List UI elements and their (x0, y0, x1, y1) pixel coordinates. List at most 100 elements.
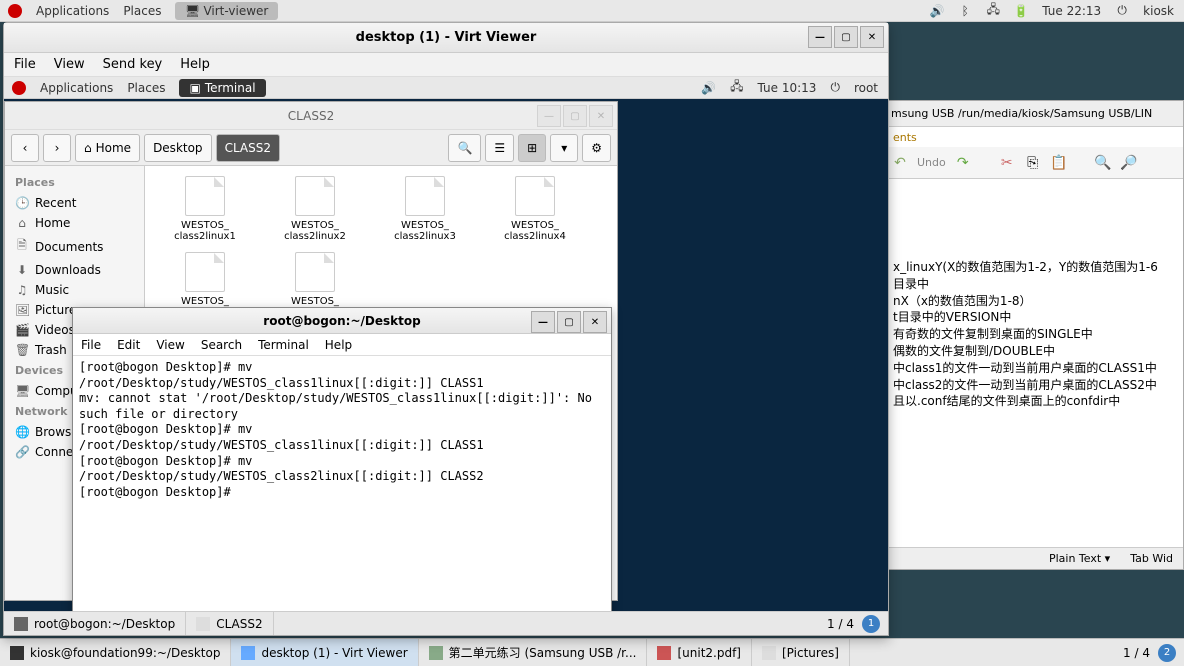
virt-menu-view[interactable]: View (54, 57, 85, 72)
copy-icon[interactable]: ⎘ (1024, 154, 1042, 172)
workspace-switcher-icon[interactable]: 2 (1158, 644, 1176, 662)
guest-active-app[interactable]: ▣ Terminal (179, 79, 265, 97)
cut-icon[interactable]: ✂ (998, 154, 1016, 172)
file-item[interactable]: WESTOS_class2linux3 (375, 176, 475, 242)
file-icon (185, 252, 225, 292)
host-clock[interactable]: Tue 22:13 (1042, 4, 1101, 18)
close-button[interactable]: ✕ (860, 26, 884, 48)
minimize-button[interactable]: — (531, 311, 555, 333)
maximize-button[interactable]: ▢ (834, 26, 858, 48)
gedit-toolbar: ↶ Undo ↷ ✂ ⎘ 📋 🔍 🔎 (885, 147, 1183, 179)
view-list-button[interactable]: ☰ (485, 134, 514, 162)
gedit-statusbar: Plain Text ▾ Tab Wid (885, 547, 1183, 569)
sidebar-item-music[interactable]: ♫Music (5, 280, 144, 300)
sidebar-item-downloads[interactable]: ⬇Downloads (5, 260, 144, 280)
virt-viewer-window: desktop (1) - Virt Viewer — ▢ ✕ File Vie… (3, 22, 889, 636)
redo-icon[interactable]: ↷ (954, 154, 972, 172)
file-item[interactable]: WESTOS_class2linux1 (155, 176, 255, 242)
files-icon (196, 617, 210, 631)
file-icon (515, 176, 555, 216)
guest-clock[interactable]: Tue 10:13 (758, 81, 817, 95)
paste-icon[interactable]: 📋 (1050, 154, 1068, 172)
host-active-app[interactable]: 🖥 Virt-viewer (175, 2, 278, 20)
file-icon (185, 176, 225, 216)
taskbar-item-pictures[interactable]: [Pictures] (752, 639, 850, 666)
sidebar-item-recent[interactable]: 🕒Recent (5, 193, 144, 213)
redhat-icon (12, 81, 26, 95)
network-icon[interactable]: 🖧 (730, 77, 743, 98)
path-desktop[interactable]: Desktop (144, 134, 212, 162)
term-menu-edit[interactable]: Edit (117, 338, 140, 352)
virt-guest-display[interactable]: Applications Places ▣ Terminal 🔊 🖧 Tue 1… (4, 77, 888, 635)
files-toolbar: ‹ › ⌂Home Desktop CLASS2 🔍 ☰ ⊞ ▾ ⚙ (5, 130, 617, 166)
file-item[interactable]: WESTOS_class2linux4 (485, 176, 585, 242)
term-menu-view[interactable]: View (156, 338, 184, 352)
close-button[interactable]: ✕ (589, 105, 613, 127)
network-icon[interactable]: 🖧 (986, 4, 1000, 18)
workspace-switcher-icon[interactable]: 1 (862, 615, 880, 633)
host-applications-menu[interactable]: Applications (36, 4, 109, 18)
host-taskbar: kiosk@foundation99:~/Desktop desktop (1)… (0, 638, 1184, 666)
term-menu-search[interactable]: Search (201, 338, 242, 352)
taskbar-item-virtviewer[interactable]: desktop (1) - Virt Viewer (231, 639, 418, 666)
virt-menu-file[interactable]: File (14, 57, 36, 72)
virt-viewer-icon (241, 646, 255, 660)
close-button[interactable]: ✕ (583, 311, 607, 333)
bluetooth-icon[interactable]: ᛒ (958, 4, 972, 18)
file-item[interactable]: WESTOS_class2linux2 (265, 176, 365, 242)
maximize-button[interactable]: ▢ (563, 105, 587, 127)
terminal-body[interactable]: [root@bogon Desktop]# mv /root/Desktop/s… (73, 356, 611, 635)
terminal-titlebar[interactable]: root@bogon:~/Desktop — ▢ ✕ (73, 308, 611, 334)
path-home[interactable]: ⌂Home (75, 134, 140, 162)
taskbar-item-files[interactable]: CLASS2 (186, 612, 273, 635)
file-icon (295, 252, 335, 292)
volume-icon[interactable]: 🔊 (701, 81, 716, 95)
taskbar-item-gedit[interactable]: 第二单元练习 (Samsung USB /r... (419, 639, 648, 666)
gear-button[interactable]: ⚙ (582, 134, 611, 162)
virt-menu-sendkey[interactable]: Send key (103, 57, 163, 72)
redhat-icon (8, 4, 22, 18)
terminal-window: root@bogon:~/Desktop — ▢ ✕ File Edit Vie… (72, 307, 612, 635)
gedit-filetype[interactable]: Plain Text ▾ (1049, 552, 1110, 565)
taskbar-item-terminal[interactable]: kiosk@foundation99:~/Desktop (0, 639, 231, 666)
minimize-button[interactable]: — (808, 26, 832, 48)
search-icon[interactable]: 🔍 (1094, 154, 1112, 172)
view-dropdown-button[interactable]: ▾ (550, 134, 578, 162)
files-titlebar[interactable]: CLASS2 — ▢ ✕ (5, 102, 617, 130)
terminal-icon (14, 617, 28, 631)
virt-titlebar[interactable]: desktop (1) - Virt Viewer — ▢ ✕ (4, 23, 888, 53)
taskbar-item-pdf[interactable]: [unit2.pdf] (647, 639, 752, 666)
maximize-button[interactable]: ▢ (557, 311, 581, 333)
guest-user[interactable]: root (854, 81, 878, 95)
search-button[interactable]: 🔍 (448, 134, 481, 162)
virt-menu-help[interactable]: Help (180, 57, 210, 72)
host-user[interactable]: kiosk (1143, 4, 1174, 18)
taskbar-item-terminal[interactable]: root@bogon:~/Desktop (4, 612, 186, 635)
battery-icon[interactable]: 🔋 (1014, 4, 1028, 18)
term-menu-terminal[interactable]: Terminal (258, 338, 309, 352)
term-menu-file[interactable]: File (81, 338, 101, 352)
guest-applications-menu[interactable]: Applications (40, 81, 113, 95)
file-icon (295, 176, 335, 216)
user-icon: ⏻ (830, 80, 840, 95)
minimize-button[interactable]: — (537, 105, 561, 127)
files-icon (762, 646, 776, 660)
view-grid-button[interactable]: ⊞ (518, 134, 546, 162)
host-places-menu[interactable]: Places (123, 4, 161, 18)
gedit-tab[interactable]: msung USB /run/media/kiosk/Samsung USB/L… (885, 101, 1183, 127)
path-current[interactable]: CLASS2 (216, 134, 280, 162)
forward-button[interactable]: › (43, 134, 71, 162)
gedit-tabwidth[interactable]: Tab Wid (1130, 552, 1173, 565)
guest-places-menu[interactable]: Places (127, 81, 165, 95)
replace-icon[interactable]: 🔎 (1120, 154, 1138, 172)
user-icon: ⏻ (1115, 4, 1129, 18)
back-button[interactable]: ‹ (11, 134, 39, 162)
volume-icon[interactable]: 🔊 (930, 4, 944, 18)
sidebar-item-documents[interactable]: 🗎Documents (5, 233, 144, 260)
undo-icon[interactable]: ↶ (891, 154, 909, 172)
sidebar-item-home[interactable]: ⌂Home (5, 213, 144, 233)
terminal-menubar: File Edit View Search Terminal Help (73, 334, 611, 356)
gedit-content[interactable]: x_linuxY(X的数值范围为1-2，Y的数值范围为1-6 目录中 nX（x的… (885, 179, 1183, 418)
term-menu-help[interactable]: Help (325, 338, 352, 352)
host-topbar: Applications Places 🖥 Virt-viewer 🔊 ᛒ 🖧 … (0, 0, 1184, 22)
